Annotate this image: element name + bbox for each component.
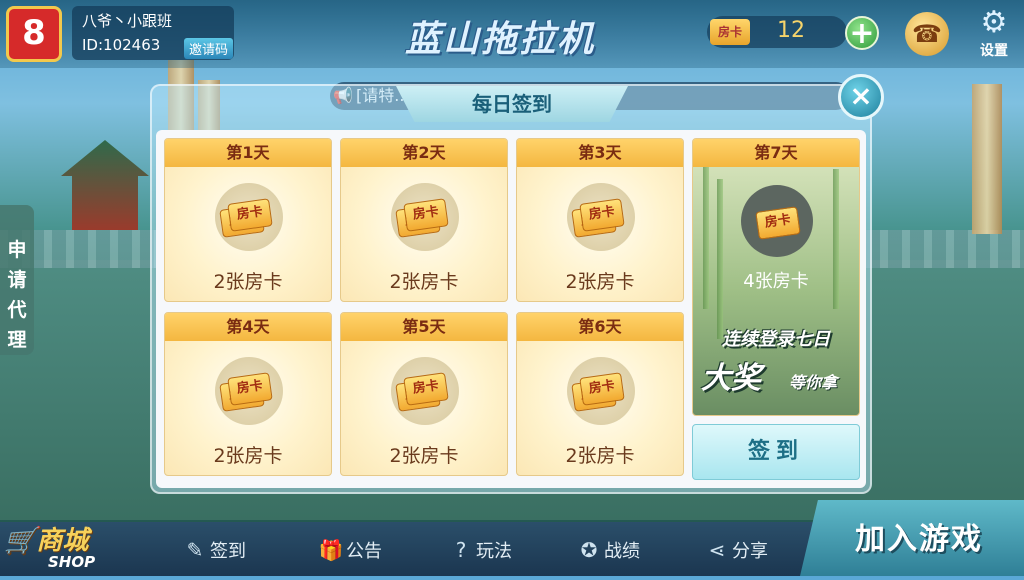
day-reward: 2张房卡: [565, 445, 635, 467]
nav-signin[interactable]: ✎ 签到: [180, 536, 246, 564]
apply-agent-char: 请: [7, 269, 27, 291]
shop-button[interactable]: 🛒商城 SHOP: [4, 520, 114, 576]
day-label: 第6天: [517, 313, 683, 341]
join-game-button[interactable]: 加入游戏: [800, 500, 1024, 576]
question-icon: ?: [455, 538, 467, 562]
nav-notice[interactable]: 🎁 公告: [316, 536, 382, 564]
pen-icon: ✎: [186, 538, 204, 562]
promo-line: 连续登录七日: [722, 329, 830, 350]
signin-button[interactable]: 签到: [692, 424, 860, 480]
shop-label: 🛒商城: [4, 526, 89, 556]
day-label: 第2天: [341, 139, 507, 167]
nav-label: 分享: [732, 541, 768, 562]
day-card-7: 第7天 房卡 4张房卡 连续登录七日 大奖 等你拿: [692, 138, 860, 416]
nav-label: 玩法: [476, 541, 512, 562]
user-info[interactable]: 八爷丶小跟班 ID:102463 邀请码: [72, 6, 234, 60]
room-card-reward-icon: 房卡 房卡: [567, 183, 635, 251]
day-reward: 2张房卡: [389, 445, 459, 467]
day-card-6: 第6天 房卡 房卡 2张房卡: [516, 312, 684, 476]
nav-label: 战绩: [604, 541, 640, 562]
room-card-reward-icon: 房卡: [741, 185, 813, 257]
day-card-3: 第3天 房卡 房卡 2张房卡: [516, 138, 684, 302]
settings-button[interactable]: ⚙ 设置: [968, 6, 1020, 64]
room-card-counter: 房卡 12: [707, 16, 847, 48]
nav-label: 签到: [210, 541, 246, 562]
room-card-reward-icon: 房卡 房卡: [215, 183, 283, 251]
user-id: ID:102463: [82, 36, 161, 54]
apply-agent-char: 申: [7, 239, 27, 261]
day-reward: 2张房卡: [213, 445, 283, 467]
day-reward: 2张房卡: [389, 271, 459, 293]
apply-agent-char: 代: [7, 299, 27, 321]
ticket-icon: 房卡: [579, 198, 625, 232]
day-card-1: 第1天 房卡 房卡 2张房卡: [164, 138, 332, 302]
day-reward: 4张房卡: [743, 271, 809, 292]
dialog-title: 每日签到: [472, 92, 552, 116]
nav-records[interactable]: ✪ 战绩: [574, 536, 640, 564]
room-card-reward-icon: 房卡 房卡: [391, 183, 459, 251]
game-logo[interactable]: 8: [6, 6, 62, 62]
room-card-reward-icon: 房卡 房卡: [567, 357, 635, 425]
nav-rules[interactable]: ? 玩法: [446, 536, 512, 564]
day-label: 第3天: [517, 139, 683, 167]
close-button[interactable]: ×: [838, 74, 884, 120]
phone-icon[interactable]: ☎: [905, 12, 949, 56]
promo-waiting: 等你拿: [789, 373, 838, 392]
room-card-reward-icon: 房卡 房卡: [391, 357, 459, 425]
ticket-icon: 房卡: [227, 198, 273, 232]
room-card-reward-icon: 房卡 房卡: [215, 357, 283, 425]
apply-agent-char: 理: [7, 329, 27, 351]
cart-icon: 🛒: [4, 526, 37, 556]
room-card-icon: 房卡: [710, 19, 750, 45]
apply-agent-button[interactable]: 申 请 代 理: [0, 205, 34, 355]
share-icon: ⋖: [708, 538, 726, 562]
bamboo-decoration: [717, 179, 723, 339]
nav-label: 公告: [346, 541, 382, 562]
day-card-5: 第5天 房卡 房卡 2张房卡: [340, 312, 508, 476]
day-label: 第4天: [165, 313, 331, 341]
day-label: 第5天: [341, 313, 507, 341]
day-card-4: 第4天 房卡 房卡 2张房卡: [164, 312, 332, 476]
invite-code-button[interactable]: 邀请码: [184, 38, 234, 59]
nav-share[interactable]: ⋖ 分享: [702, 536, 768, 564]
ticket-icon: 房卡: [579, 372, 625, 406]
day-reward: 2张房卡: [565, 271, 635, 293]
ticket-icon: 房卡: [403, 372, 449, 406]
room-card-count: 12: [777, 18, 805, 43]
day-reward: 2张房卡: [213, 271, 283, 293]
day-label: 第7天: [693, 139, 859, 167]
promo-big-prize: 大奖: [701, 361, 761, 396]
shop-sub-label: SHOP: [48, 553, 96, 571]
day-card-2: 第2天 房卡 房卡 2张房卡: [340, 138, 508, 302]
game-title: 蓝山拖拉机: [405, 19, 596, 60]
monument-right: [972, 84, 1002, 234]
settings-label: 设置: [980, 43, 1008, 59]
ticket-icon: 房卡: [227, 372, 273, 406]
ticket-icon: 房卡: [755, 206, 801, 240]
medal-icon: ✪: [580, 538, 598, 562]
ticket-icon: 房卡: [403, 198, 449, 232]
pagoda: [61, 140, 149, 230]
gift-icon: 🎁: [318, 538, 344, 562]
gear-icon: ⚙: [980, 5, 1008, 40]
user-name: 八爷丶小跟班: [82, 12, 173, 30]
day-label: 第1天: [165, 139, 331, 167]
add-card-button[interactable]: +: [845, 16, 879, 50]
